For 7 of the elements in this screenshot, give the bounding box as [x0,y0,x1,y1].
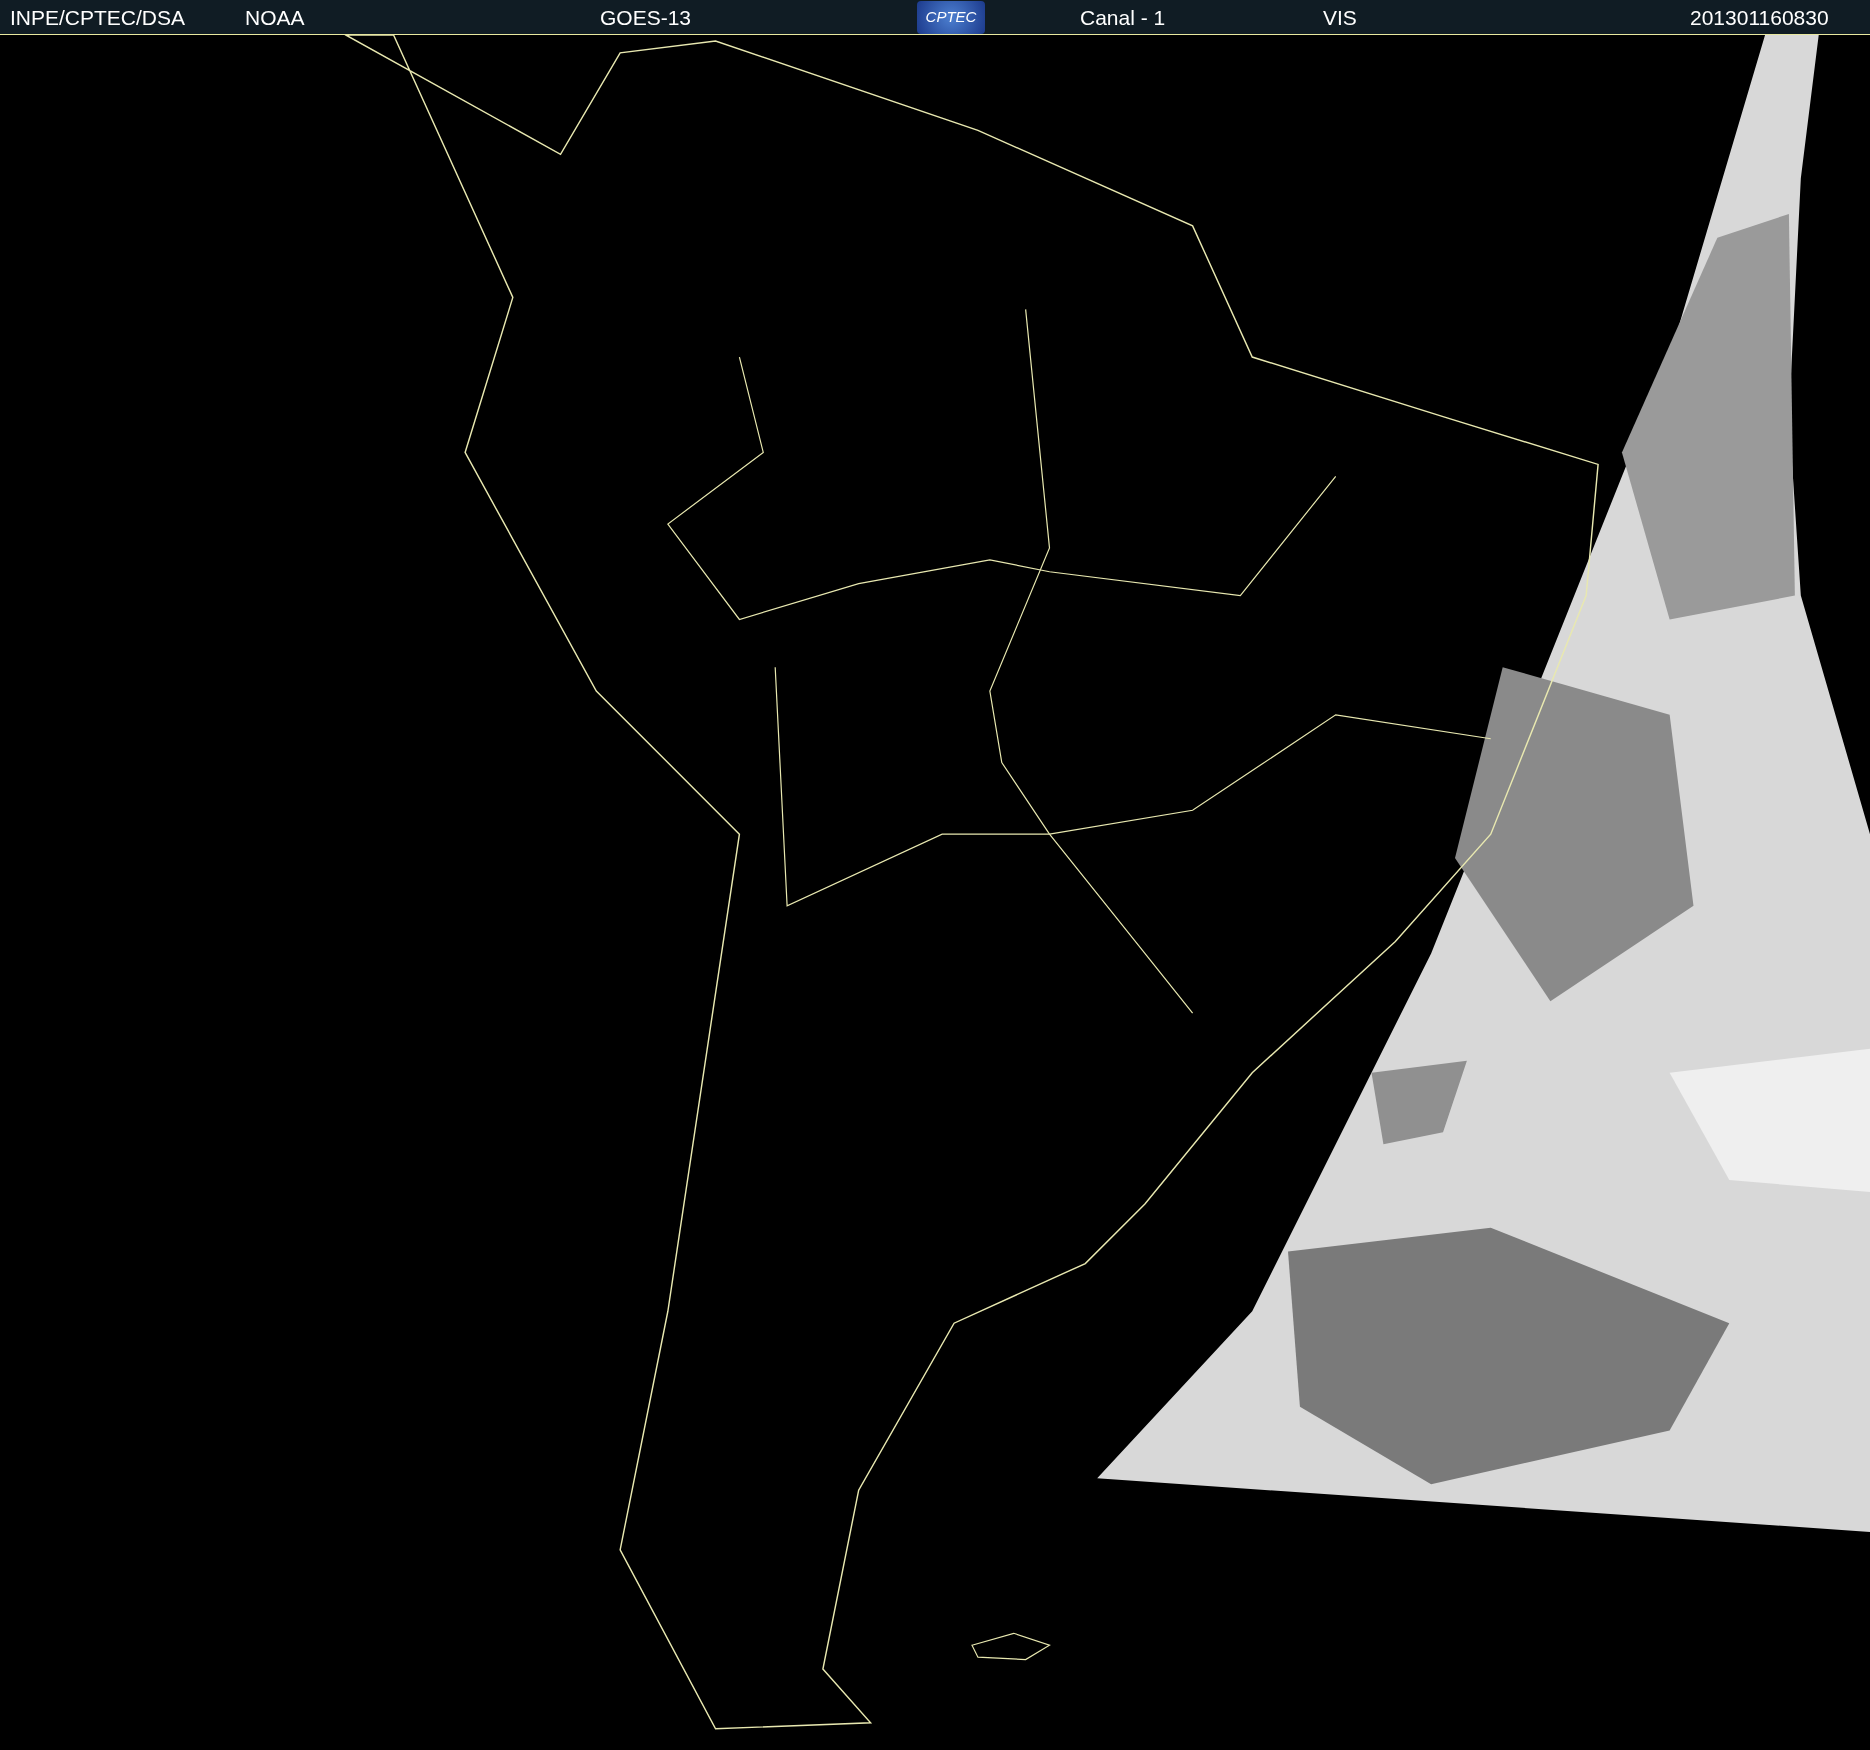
header-label: NOAA [245,5,305,30]
header-label: GOES-13 [600,5,692,30]
header-label: INPE/CPTEC/DSA [10,5,186,30]
header-label: Canal - 1 [1080,5,1166,30]
header-label: VIS [1323,5,1357,30]
header-label: 201301160830 [1690,5,1829,30]
logo: CPTEC [917,1,985,34]
